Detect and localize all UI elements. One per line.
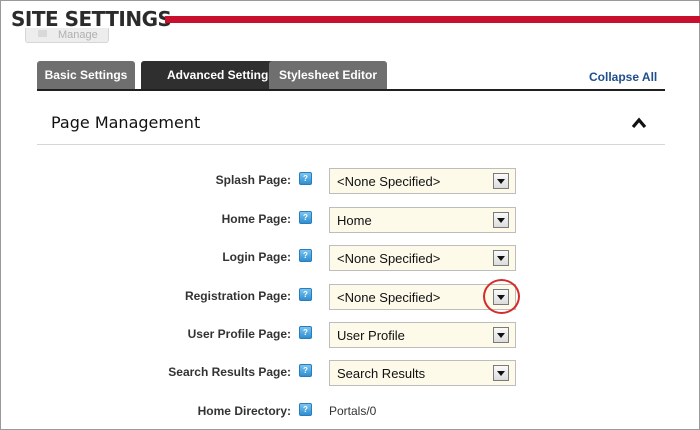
- dropdown-arrow-icon[interactable]: [493, 365, 509, 381]
- section-title: Page Management: [51, 113, 201, 132]
- help-icon[interactable]: ?: [299, 364, 312, 377]
- collapse-all-link[interactable]: Collapse All: [589, 70, 657, 84]
- home-directory-value: Portals/0: [329, 404, 377, 418]
- field-row-splash-page: Splash Page: ? <None Specified>: [1, 168, 700, 194]
- field-row-home-directory: Home Directory: ? Portals/0: [1, 399, 700, 425]
- field-label: Login Page:: [222, 250, 291, 264]
- field-row-registration-page: Registration Page: ? <None Specified>: [1, 284, 700, 310]
- page-header: SITE SETTINGS Manage: [1, 1, 700, 45]
- tab-stylesheet-editor[interactable]: Stylesheet Editor: [269, 61, 387, 89]
- help-icon[interactable]: ?: [299, 288, 312, 301]
- field-label: Home Page:: [221, 212, 291, 226]
- help-icon[interactable]: ?: [299, 326, 312, 339]
- field-label: Splash Page:: [215, 173, 291, 187]
- field-label: User Profile Page:: [187, 327, 291, 341]
- splash-page-select[interactable]: <None Specified>: [329, 168, 516, 194]
- settings-window: SITE SETTINGS Manage Basic Settings Adva…: [0, 0, 700, 430]
- highlight-circle: [483, 279, 520, 314]
- tab-basic-settings[interactable]: Basic Settings: [37, 61, 135, 89]
- home-page-select[interactable]: Home: [329, 207, 516, 233]
- help-icon[interactable]: ?: [299, 403, 312, 416]
- dropdown-arrow-icon[interactable]: [493, 212, 509, 228]
- manage-icon: [38, 30, 47, 37]
- field-row-user-profile-page: User Profile Page: ? User Profile: [1, 322, 700, 348]
- header-accent-bar: [165, 16, 700, 23]
- help-icon[interactable]: ?: [299, 172, 312, 185]
- search-results-page-select[interactable]: Search Results: [329, 360, 516, 386]
- field-label: Search Results Page:: [168, 365, 291, 379]
- user-profile-page-select[interactable]: User Profile: [329, 322, 516, 348]
- login-page-select[interactable]: <None Specified>: [329, 245, 516, 271]
- field-label: Home Directory:: [197, 404, 291, 418]
- dropdown-arrow-icon[interactable]: [493, 250, 509, 266]
- field-label: Registration Page:: [184, 289, 291, 303]
- field-row-login-page: Login Page: ? <None Specified>: [1, 245, 700, 271]
- chevron-up-icon[interactable]: [631, 117, 647, 129]
- tabs-divider: [37, 89, 665, 91]
- section-divider: [37, 144, 665, 145]
- help-icon[interactable]: ?: [299, 211, 312, 224]
- help-icon[interactable]: ?: [299, 249, 312, 262]
- field-row-search-results-page: Search Results Page: ? Search Results: [1, 360, 700, 386]
- manage-button[interactable]: Manage: [25, 28, 109, 43]
- manage-button-label: Manage: [58, 29, 98, 41]
- field-row-home-page: Home Page: ? Home: [1, 207, 700, 233]
- dropdown-arrow-icon[interactable]: [493, 173, 509, 189]
- dropdown-arrow-icon[interactable]: [493, 327, 509, 343]
